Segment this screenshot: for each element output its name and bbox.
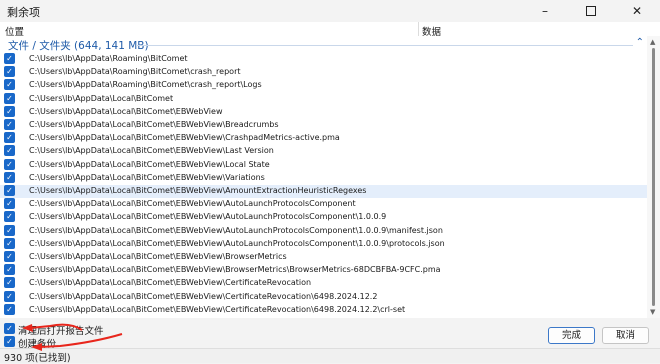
arrow-to-create-backup-icon [31, 333, 123, 351]
arrow-to-open-report-icon [22, 323, 83, 332]
annotation-arrows [22, 323, 123, 351]
